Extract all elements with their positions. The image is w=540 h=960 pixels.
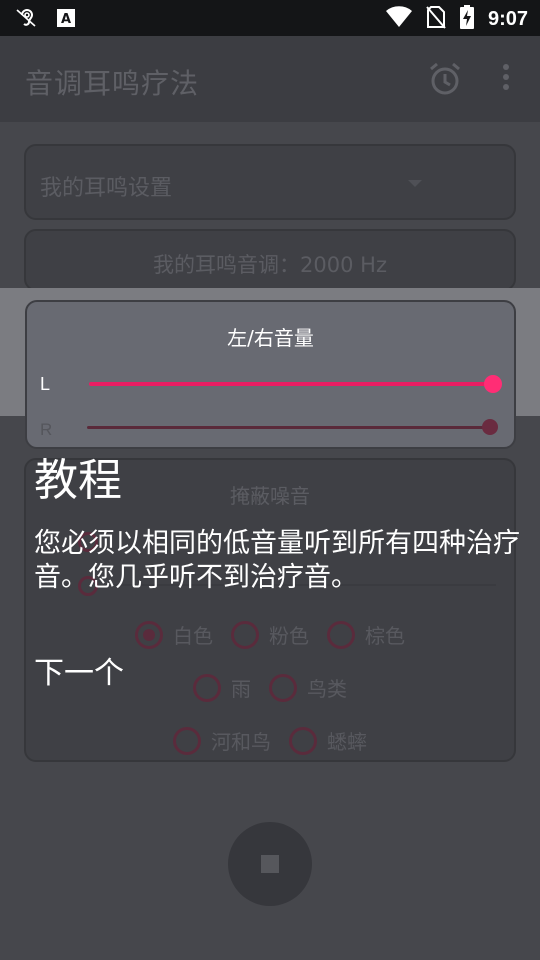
noise-option-label: 蟋蟀 (327, 730, 367, 754)
radio-selected-icon (135, 620, 163, 649)
wifi-icon (385, 6, 412, 32)
stop-icon (261, 855, 279, 873)
right-volume-track[interactable] (87, 426, 491, 429)
noise-option-label: 鸟类 (307, 677, 347, 701)
noise-option-label: 棕色 (365, 624, 405, 648)
hearing-icon (14, 6, 38, 34)
noise-option-pink[interactable]: 粉色 (231, 620, 309, 649)
tutorial-body: 您必须以相同的低音量听到所有四种治疗音。您几乎听不到治疗音。 (34, 528, 520, 593)
tone-button[interactable]: 我的耳鸣音调：2000 Hz (24, 229, 516, 291)
right-volume-thumb[interactable] (482, 419, 498, 435)
preset-label: 我的耳鸣设置 (40, 176, 173, 201)
left-volume-thumb[interactable] (484, 375, 502, 393)
noise-option-crickets[interactable]: 蟋蟀 (289, 726, 367, 755)
radio-icon (173, 726, 201, 755)
stop-button[interactable] (228, 822, 312, 906)
radio-icon (327, 620, 355, 649)
right-channel-label: R (40, 420, 53, 439)
radio-icon (289, 726, 317, 755)
status-time: 9:07 (487, 7, 528, 30)
noise-option-river-birds[interactable]: 河和鸟 (173, 726, 271, 755)
left-channel-label: L (40, 374, 51, 394)
radio-icon (231, 620, 259, 649)
noise-option-white[interactable]: 白色 (135, 620, 213, 649)
noise-option-label: 粉色 (269, 624, 309, 648)
noise-option-brown[interactable]: 棕色 (327, 620, 405, 649)
font-a-icon: A (56, 8, 76, 32)
more-vert-icon[interactable] (496, 64, 516, 94)
noise-option-label: 白色 (173, 624, 213, 648)
noise-option-birds[interactable]: 鸟类 (269, 673, 347, 702)
radio-icon (269, 673, 297, 702)
svg-text:A: A (61, 12, 71, 27)
noise-option-label: 河和鸟 (211, 730, 271, 754)
alarm-icon[interactable] (426, 60, 464, 98)
preset-selector[interactable]: 我的耳鸣设置 (24, 144, 516, 220)
noise-option-rain[interactable]: 雨 (193, 673, 251, 702)
app-bar: 音调耳鸣疗法 (0, 36, 540, 122)
dropdown-caret-icon (408, 180, 422, 187)
tutorial-next-button[interactable]: 下一个 (34, 648, 124, 692)
tutorial-title: 教程 (34, 455, 122, 506)
radio-icon (193, 673, 221, 702)
tone-label: 我的耳鸣音调：2000 Hz (153, 253, 387, 277)
noise-option-label: 雨 (231, 677, 251, 701)
app-title: 音调耳鸣疗法 (25, 67, 200, 100)
left-volume-track[interactable] (89, 382, 493, 386)
no-sim-icon (426, 5, 446, 33)
volume-title: 左/右音量 (227, 326, 314, 350)
battery-charging-icon (459, 5, 474, 33)
status-bar: A 9:07 (0, 0, 540, 36)
